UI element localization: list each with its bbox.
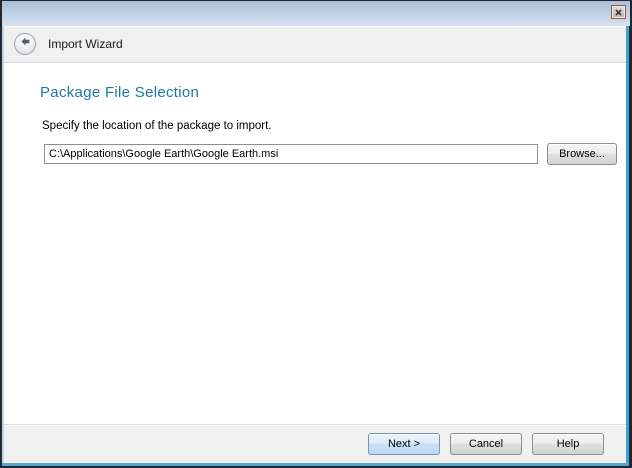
import-wizard-window: Import Wizard Package File Selection Spe… <box>0 0 632 468</box>
title-bar[interactable] <box>2 1 630 26</box>
wizard-footer: Next > Cancel Help <box>4 424 626 463</box>
help-button[interactable]: Help <box>532 433 604 455</box>
wizard-title: Import Wizard <box>48 37 123 51</box>
close-icon <box>615 3 622 21</box>
wizard-page: Package File Selection Specify the locat… <box>4 63 626 424</box>
package-path-row: Browse... <box>44 143 626 165</box>
window-edge-bottom <box>2 463 629 466</box>
window-edge-right <box>626 26 629 463</box>
back-button[interactable] <box>14 33 36 55</box>
cancel-button[interactable]: Cancel <box>450 433 522 455</box>
browse-button[interactable]: Browse... <box>547 143 617 165</box>
back-arrow-icon <box>19 35 32 53</box>
wizard-header: Import Wizard <box>4 26 626 63</box>
wizard-surface: Import Wizard Package File Selection Spe… <box>4 26 626 463</box>
package-path-input[interactable] <box>44 144 538 164</box>
instruction-text: Specify the location of the package to i… <box>42 120 626 132</box>
next-button[interactable]: Next > <box>368 433 440 455</box>
close-button[interactable] <box>611 5 626 19</box>
page-title: Package File Selection <box>40 63 626 101</box>
